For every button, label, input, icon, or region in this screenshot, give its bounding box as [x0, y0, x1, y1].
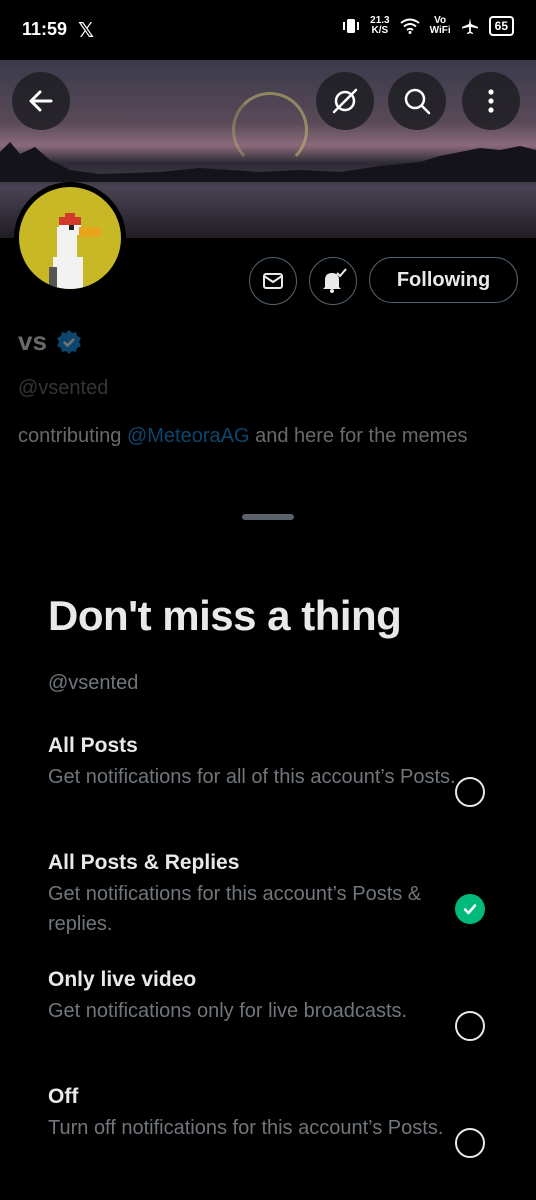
bio-suffix: and here for the memes [249, 425, 468, 447]
display-name: vs [18, 326, 83, 357]
airplane-icon [461, 18, 478, 34]
search-icon [404, 88, 431, 115]
status-icons: 21.3 K/S Vo WiFi 65 [342, 16, 514, 36]
sheet-handle: @vsented [48, 672, 139, 694]
speed-unit: K/S [371, 25, 389, 36]
sheet-grabber[interactable] [242, 514, 294, 520]
radio-only-live-video[interactable] [455, 1011, 485, 1041]
option-description: Get notifications for this account’s Pos… [48, 883, 422, 935]
option-description: Get notifications only for live broadcas… [48, 1000, 408, 1022]
translate-off-icon [332, 88, 358, 114]
bio-mention-link[interactable]: @MeteoraAG [127, 425, 250, 447]
vibrate-icon [343, 19, 360, 33]
option-only-live-video[interactable]: Only live video Get notifications only f… [0, 968, 536, 1078]
more-vertical-icon [488, 89, 494, 113]
envelope-icon [263, 273, 283, 289]
status-bar: 11:59 𝕏 21.3 K/S Vo WiFi 65 [0, 0, 536, 60]
display-name-text: vs [18, 326, 47, 356]
radio-off[interactable] [455, 1128, 485, 1158]
option-off[interactable]: Off Turn off notifications for this acco… [0, 1085, 536, 1195]
option-all-posts-replies[interactable]: All Posts & Replies Get notifications fo… [0, 851, 536, 961]
back-arrow-icon [29, 90, 53, 112]
radio-all-posts-replies[interactable] [455, 894, 485, 924]
network-speed: 21.3 K/S [370, 16, 389, 36]
wifi-label: WiFi [429, 25, 451, 36]
status-time: 11:59 [22, 19, 68, 39]
banner-treeline [0, 142, 536, 182]
option-label: Off [48, 1085, 79, 1108]
avatar-image [19, 187, 121, 289]
notification-settings-sheet: Don't miss a thing @vsented All Posts Ge… [0, 500, 536, 1200]
profile-bio: contributing @MeteoraAG and here for the… [18, 421, 498, 451]
notifications-button[interactable] [309, 257, 357, 305]
more-options-button[interactable] [462, 72, 520, 130]
bell-check-icon [323, 268, 347, 293]
sheet-title: Don't miss a thing [48, 592, 402, 639]
option-label: Only live video [48, 968, 197, 991]
vowifi-indicator: Vo WiFi [430, 16, 451, 36]
option-description: Turn off notifications for this account’… [48, 1117, 444, 1139]
option-label: All Posts & Replies [48, 851, 240, 874]
goose-avatar-icon [49, 213, 101, 289]
following-button[interactable]: Following [369, 257, 518, 303]
avatar[interactable] [14, 182, 126, 294]
option-all-posts[interactable]: All Posts Get notifications for all of t… [0, 734, 536, 844]
bio-prefix: contributing [18, 425, 127, 447]
battery-indicator: 65 [488, 16, 514, 36]
translate-button[interactable] [316, 72, 374, 130]
option-description: Get notifications for all of this accoun… [48, 766, 456, 788]
check-icon [463, 904, 477, 915]
verified-badge-icon [56, 329, 81, 354]
wifi-icon [400, 18, 420, 34]
profile-handle: @vsented [18, 377, 109, 399]
search-button[interactable] [388, 72, 446, 130]
option-label: All Posts [48, 734, 138, 757]
radio-all-posts[interactable] [455, 777, 485, 807]
back-button[interactable] [12, 72, 70, 130]
x-logo-icon: 𝕏 [78, 20, 95, 42]
message-button[interactable] [249, 257, 297, 305]
